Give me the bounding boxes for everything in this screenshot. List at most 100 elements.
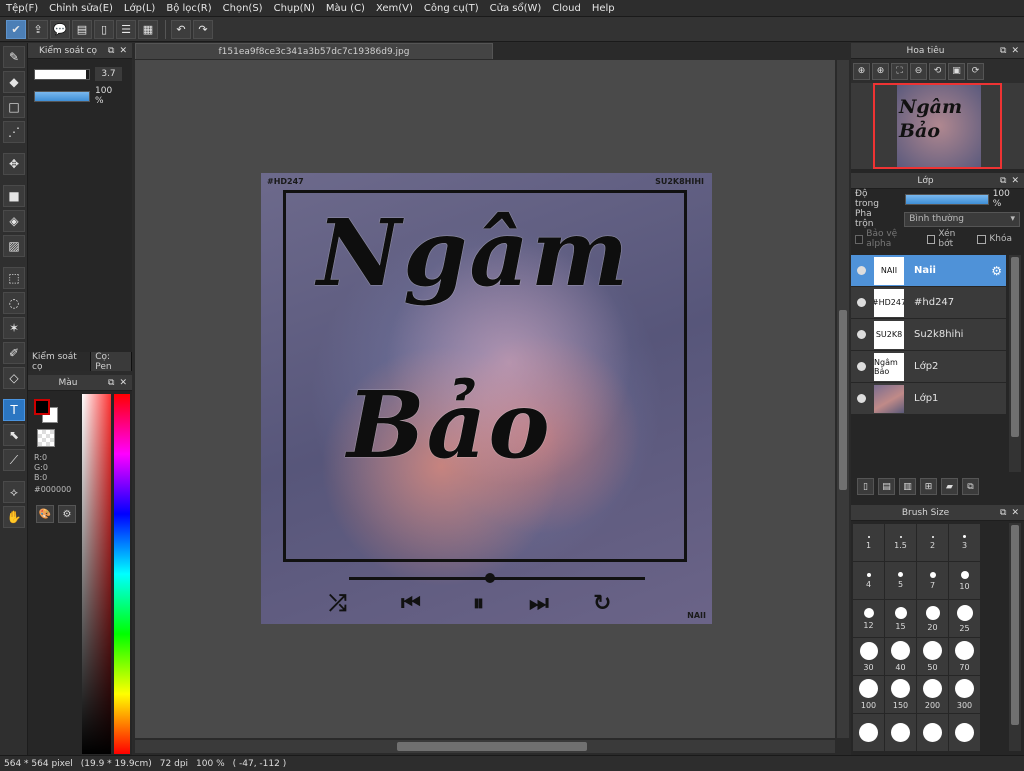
navigator-preview[interactable]: Ngâm Bảo	[851, 83, 1024, 169]
brush-size-option[interactable]	[853, 714, 884, 751]
brush-size-option[interactable]: 7	[917, 562, 948, 599]
select-rect-icon[interactable]: ⬚	[3, 267, 25, 289]
vertical-scroll-thumb[interactable]	[839, 310, 847, 490]
speech-icon[interactable]: 💬	[50, 19, 70, 39]
undock-icon[interactable]: ⧉	[108, 378, 114, 388]
check-icon[interactable]: ✔	[6, 19, 26, 39]
brush-size-option[interactable]: 1	[853, 524, 884, 561]
fit-screen-icon[interactable]: ▣	[948, 62, 965, 80]
visibility-icon[interactable]	[857, 394, 866, 403]
close-icon[interactable]: ✕	[1011, 46, 1019, 56]
text-tool-icon[interactable]: T	[3, 399, 25, 421]
layer-item[interactable]: NAII Naii ⚙	[851, 255, 1006, 287]
magic-wand-icon[interactable]: ✶	[3, 317, 25, 339]
brush-size-option[interactable]: 2	[917, 524, 948, 561]
undock-icon[interactable]: ⧉	[1000, 176, 1006, 186]
brush-size-option[interactable]: 150	[885, 676, 916, 713]
brush-size-option[interactable]	[917, 714, 948, 751]
undock-icon[interactable]: ⧉	[1000, 508, 1006, 518]
menu-item[interactable]: Màu (C)	[326, 3, 365, 14]
menu-item[interactable]: Chụp(N)	[274, 3, 315, 14]
palette-icon[interactable]: 🎨	[36, 505, 54, 523]
visibility-icon[interactable]	[857, 330, 866, 339]
close-icon[interactable]: ✕	[1011, 176, 1019, 186]
move-tool-icon[interactable]: ✥	[3, 153, 25, 175]
transparent-color-swatch[interactable]	[37, 429, 55, 447]
lock-checkbox[interactable]: Khóa	[977, 234, 1012, 244]
folder-icon[interactable]: ▰	[941, 478, 958, 495]
close-icon[interactable]: ✕	[119, 46, 127, 56]
menu-item[interactable]: Xem(V)	[376, 3, 413, 14]
menu-item[interactable]: Chọn(S)	[223, 3, 263, 14]
brush-size-scroll-thumb[interactable]	[1011, 525, 1019, 725]
visibility-icon[interactable]	[857, 362, 866, 371]
fit-icon[interactable]: ⛶	[891, 62, 908, 80]
layer-item[interactable]: #HD247 #hd247	[851, 287, 1006, 319]
visibility-icon[interactable]	[857, 298, 866, 307]
brush-size-option[interactable]: 5	[885, 562, 916, 599]
vertical-scrollbar[interactable]	[837, 60, 849, 738]
gear-icon[interactable]: ⚙	[991, 264, 1002, 278]
list-icon[interactable]: ☰	[116, 19, 136, 39]
share-icon[interactable]: ⇪	[28, 19, 48, 39]
tab-brush-control[interactable]: Kiểm soát cọ	[28, 352, 92, 372]
blend-mode-select[interactable]: Bình thường ▾	[904, 211, 1020, 227]
brush-size-scrollbar[interactable]	[1009, 523, 1021, 751]
brush-size-option[interactable]	[949, 714, 980, 751]
lasso-tool-icon[interactable]: ◌	[3, 292, 25, 314]
menu-item[interactable]: Bộ lọc(R)	[166, 3, 211, 14]
hand-tool-icon[interactable]: ✋	[3, 506, 25, 528]
brush-size-option[interactable]: 10	[949, 562, 980, 599]
menu-item[interactable]: Lớp(L)	[124, 3, 155, 14]
brush-size-option[interactable]: 200	[917, 676, 948, 713]
comment-icon[interactable]: ▤	[72, 19, 92, 39]
hue-slider[interactable]	[114, 394, 130, 754]
workspace[interactable]: #HD247 SU2K8HIHI Ngâm Bảo ⤮ ⏮ ⏸ ⏭ ↻ NAII	[135, 60, 835, 738]
brush-size-option[interactable]: 3	[949, 524, 980, 561]
gradient-tool-icon[interactable]: ▨	[3, 235, 25, 257]
clipping-checkbox[interactable]: Xén bớt	[927, 229, 969, 249]
eraser-tool-icon[interactable]: ◆	[3, 71, 25, 93]
divide-tool-icon[interactable]: ⟋	[3, 449, 25, 471]
visibility-icon[interactable]	[857, 266, 866, 275]
tab-brush-pen[interactable]: Cọ: Pen	[91, 352, 132, 372]
dotted-brush-icon[interactable]: ⋰	[3, 121, 25, 143]
brush-size-option[interactable]: 25	[949, 600, 980, 637]
navigator-viewport-rect[interactable]	[873, 83, 1002, 169]
brush-size-option[interactable]: 40	[885, 638, 916, 675]
rectangle-tool-icon[interactable]: □	[3, 96, 25, 118]
menu-item[interactable]: Cloud	[552, 3, 581, 14]
bucket-tool-icon[interactable]: ◈	[3, 210, 25, 232]
brush-size-option[interactable]: 12	[853, 600, 884, 637]
layer-item[interactable]: SU2K8 Su2k8hihi	[851, 319, 1006, 351]
palette-settings-icon[interactable]: ⚙	[58, 505, 76, 523]
select-eraser-icon[interactable]: ◇	[3, 367, 25, 389]
brush-size-option[interactable]: 4	[853, 562, 884, 599]
brush-size-slider[interactable]	[34, 68, 90, 80]
layer-scrollbar[interactable]	[1009, 255, 1021, 472]
layer-item[interactable]: Lớp1	[851, 383, 1006, 415]
protect-alpha-checkbox[interactable]: Bảo vệ alpha	[855, 229, 919, 249]
brush-opacity-slider[interactable]	[34, 90, 90, 102]
zoom-in-icon[interactable]: ⊕	[872, 62, 889, 80]
layer-scroll-thumb[interactable]	[1011, 257, 1019, 437]
brush-size-option[interactable]: 15	[885, 600, 916, 637]
document-tab[interactable]: f151ea9f8ce3c341a3b57dc7c19386d9.jpg	[135, 43, 493, 59]
grid-icon[interactable]: ▦	[138, 19, 158, 39]
brush-size-option[interactable]: 100	[853, 676, 884, 713]
horizontal-scrollbar[interactable]	[135, 740, 835, 753]
brush-tool-icon[interactable]: ✎	[3, 46, 25, 68]
brush-size-option[interactable]: 300	[949, 676, 980, 713]
zoom-out-icon[interactable]: ⊖	[910, 62, 927, 80]
rotate-left-icon[interactable]: ⟲	[929, 62, 946, 80]
layer-item[interactable]: Ngâm Bảo Lớp2	[851, 351, 1006, 383]
operation-tool-icon[interactable]: ⬉	[3, 424, 25, 446]
fill-rect-tool-icon[interactable]: ■	[3, 185, 25, 207]
menu-item[interactable]: Cửa sổ(W)	[490, 3, 542, 14]
menu-item[interactable]: Help	[592, 3, 615, 14]
menu-item[interactable]: Tệp(F)	[6, 3, 38, 14]
menu-item[interactable]: Chỉnh sửa(E)	[49, 3, 113, 14]
duplicate-layer-icon[interactable]: ⧉	[962, 478, 979, 495]
brush-size-option[interactable]: 50	[917, 638, 948, 675]
brush-size-value[interactable]: 3.7	[95, 67, 122, 81]
